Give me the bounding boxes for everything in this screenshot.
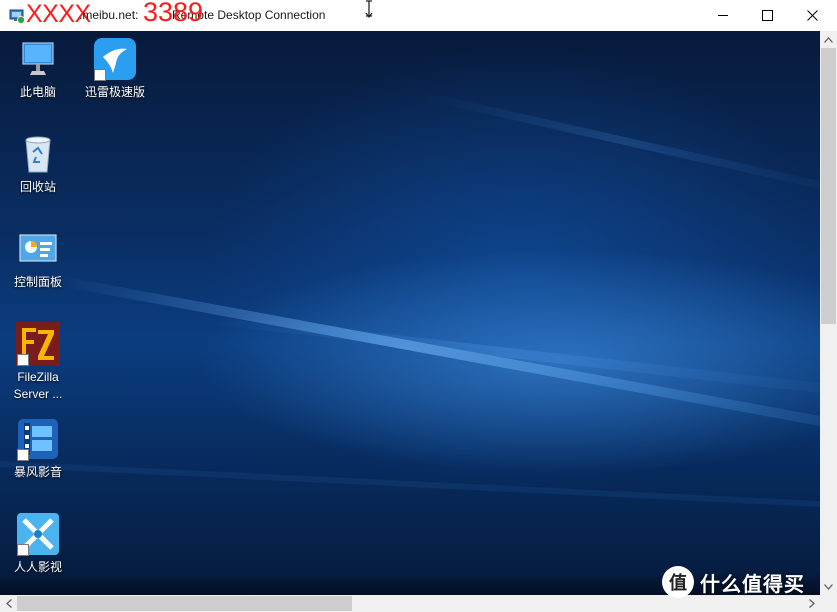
scrollbar-corner [820, 595, 837, 612]
desktop-icon-label: 回收站 [19, 180, 56, 194]
watermark-logo: 值 [662, 566, 694, 598]
title-bar: XXXX .meibu.net: Remote Desktop Connecti… [0, 0, 837, 31]
desktop-icon-label: 此电脑 [19, 85, 56, 99]
desktop-icon-filezilla-server[interactable]: FileZilla Server ... [1, 322, 75, 403]
desktop-icon-renren[interactable]: 人人影视 [1, 512, 75, 576]
desktop-icon-label: 控制面板 [13, 275, 62, 289]
close-icon [806, 10, 818, 21]
scroll-down-button[interactable] [820, 578, 837, 595]
desktop-icon-label: FileZilla Server ... [13, 370, 63, 401]
watermark-glyph: 值 [669, 573, 687, 594]
remote-desktop-app-icon[interactable] [9, 8, 25, 24]
desktop-icon-label: 暴风影音 [13, 465, 62, 479]
title-host: .meibu.net: [79, 8, 139, 22]
shortcut-arrow-icon [17, 449, 29, 461]
scroll-left-button[interactable] [0, 595, 17, 612]
desktop-icon-control-panel[interactable]: 控制面板 [1, 227, 75, 291]
wallpaper-light-beams [0, 91, 820, 507]
vertical-scroll-thumb[interactable] [821, 48, 836, 324]
vertical-scrollbar[interactable] [820, 31, 837, 595]
recycle-bin-icon [25, 136, 51, 173]
shortcut-arrow-icon [94, 69, 106, 81]
maximize-button[interactable] [745, 0, 789, 31]
desktop-icon-label: 人人影视 [13, 560, 62, 574]
watermark-text: 什么值得买 [700, 571, 805, 596]
horizontal-scroll-thumb[interactable] [17, 596, 352, 611]
minimize-icon [717, 15, 728, 16]
this-pc-icon [22, 42, 54, 75]
desktop-icon-this-pc[interactable]: 此电脑 [1, 37, 75, 101]
scroll-right-button[interactable] [803, 595, 820, 612]
text-cursor-icon [365, 0, 373, 18]
desktop-icon-recycle-bin[interactable]: 回收站 [1, 132, 75, 196]
control-panel-icon [19, 234, 57, 262]
minimize-button[interactable] [701, 0, 745, 31]
title-port: 3389 [143, 0, 204, 27]
shortcut-arrow-icon [17, 544, 29, 556]
desktop-icon-label: 迅雷极速版 [84, 85, 145, 99]
close-button[interactable] [790, 0, 834, 31]
desktop-icon-thunder[interactable]: 迅雷极速版 [78, 37, 152, 101]
remote-desktop-area[interactable]: 此电脑 迅雷极速版 回收站 控制面板 FileZilla Server ... … [0, 31, 820, 595]
desktop-icon-baofeng[interactable]: 暴风影音 [1, 417, 75, 481]
watermark: 值 什么值得买 [662, 566, 805, 598]
chevron-down-icon [824, 583, 833, 590]
scroll-up-button[interactable] [820, 31, 837, 48]
chevron-left-icon [5, 599, 12, 608]
shortcut-arrow-icon [17, 354, 29, 366]
chevron-right-icon [808, 599, 815, 608]
maximize-icon [761, 10, 773, 21]
chevron-up-icon [824, 36, 833, 43]
